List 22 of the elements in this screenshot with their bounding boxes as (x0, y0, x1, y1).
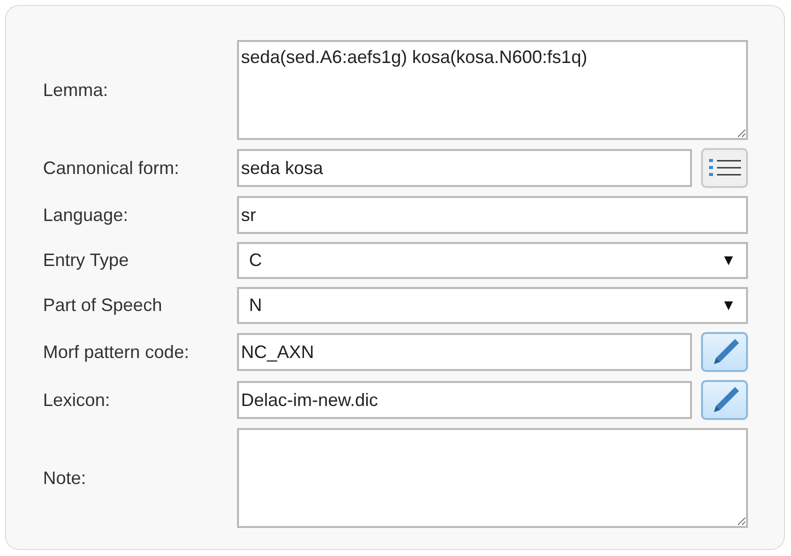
input-field[interactable]: NC_AXN (237, 333, 692, 371)
input-field[interactable]: Delac-im-new.dic (237, 381, 692, 419)
field-label: Language: (43, 204, 130, 226)
text-area[interactable]: seda(sed.A6:aefs1g) kosa(kosa.N600:fs1q) (237, 40, 748, 140)
list-icon (708, 157, 740, 179)
field-label: Morf pattern code: (43, 342, 190, 362)
field-label: Part of Speech (43, 295, 164, 316)
list-button[interactable] (701, 148, 748, 188)
field-label: Lexicon: (43, 390, 112, 410)
field-label: Entry Type (43, 250, 130, 271)
input-field[interactable]: sr (237, 196, 748, 234)
field-label: Cannonical form: (43, 158, 180, 178)
edit-button[interactable] (701, 332, 748, 372)
field-label: Lemma: (43, 80, 110, 100)
dropdown[interactable]: N ▼ (237, 287, 748, 324)
dropdown-arrow-icon: ▼ (721, 252, 736, 269)
edit-button[interactable] (701, 380, 748, 420)
input-field[interactable]: seda kosa (237, 149, 692, 187)
field-label: Note: (43, 468, 88, 488)
dropdown-arrow-icon: ▼ (721, 297, 736, 314)
dropdown[interactable]: C ▼ (237, 242, 748, 279)
text-area[interactable] (237, 428, 748, 528)
